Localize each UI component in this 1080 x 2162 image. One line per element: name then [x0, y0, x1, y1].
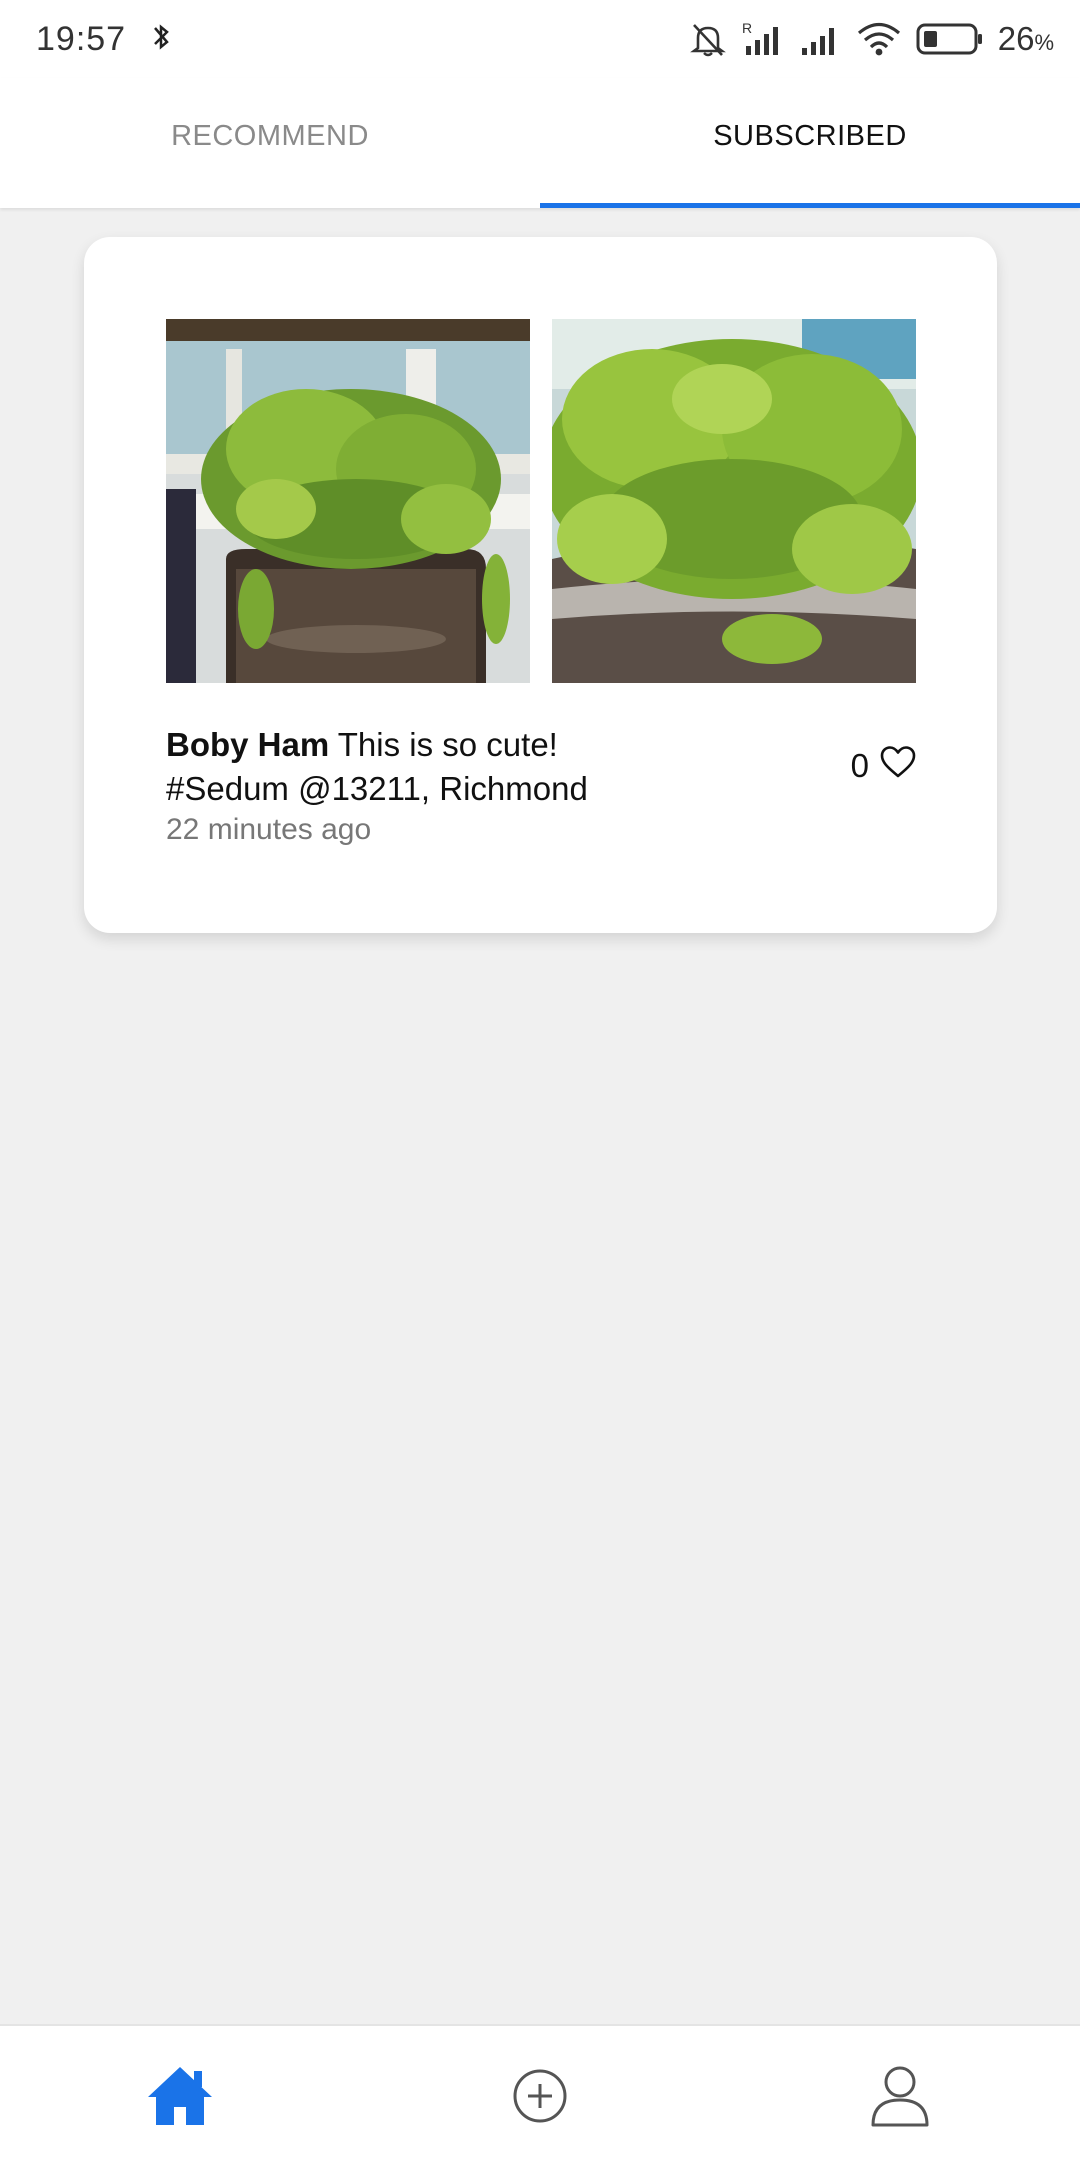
- status-time: 19:57: [36, 19, 127, 58]
- active-tab-indicator: [540, 203, 1080, 208]
- nav-profile[interactable]: [720, 2056, 1080, 2133]
- nav-add-post[interactable]: [360, 2058, 720, 2131]
- tab-recommend-label: RECOMMEND: [171, 119, 369, 152]
- battery-icon: [916, 21, 984, 57]
- svg-text:R: R: [742, 20, 752, 36]
- post-photo-1[interactable]: [166, 319, 530, 683]
- home-icon[interactable]: [146, 2065, 214, 2132]
- post-text: This is so cute!: [329, 726, 558, 763]
- profile-icon[interactable]: [869, 2064, 931, 2133]
- bluetooth-arrow-icon: [148, 22, 174, 57]
- add-post-icon[interactable]: [510, 2066, 570, 2131]
- tab-subscribed[interactable]: SUBSCRIBED: [540, 78, 1080, 208]
- signal-roaming-icon: R: [742, 20, 786, 58]
- post-photos: [166, 319, 916, 683]
- post-caption: Boby Ham This is so cute! #Sedum @13211,…: [166, 723, 806, 811]
- bottom-navigation: [0, 2024, 1080, 2162]
- heart-icon[interactable]: [879, 745, 917, 787]
- tab-subscribed-label: SUBSCRIBED: [713, 119, 907, 152]
- signal-icon: [800, 20, 842, 58]
- battery-percent: 26%: [997, 20, 1054, 57]
- nav-home[interactable]: [0, 2057, 360, 2132]
- wifi-icon: [856, 20, 902, 58]
- status-bar: 19:57 R 26%: [0, 0, 1080, 78]
- mute-icon: [688, 20, 728, 58]
- like-control[interactable]: 0: [851, 745, 917, 787]
- post-time: 22 minutes ago: [166, 813, 372, 846]
- like-count: 0: [850, 747, 869, 784]
- post-photo-2[interactable]: [552, 319, 916, 683]
- tab-recommend[interactable]: RECOMMEND: [0, 78, 540, 208]
- post-author[interactable]: Boby Ham: [166, 726, 329, 763]
- post-tags-location: #Sedum @13211, Richmond: [166, 770, 588, 807]
- post-card[interactable]: Boby Ham This is so cute! #Sedum @13211,…: [84, 237, 997, 933]
- feed-tabs: RECOMMEND SUBSCRIBED: [0, 78, 1080, 208]
